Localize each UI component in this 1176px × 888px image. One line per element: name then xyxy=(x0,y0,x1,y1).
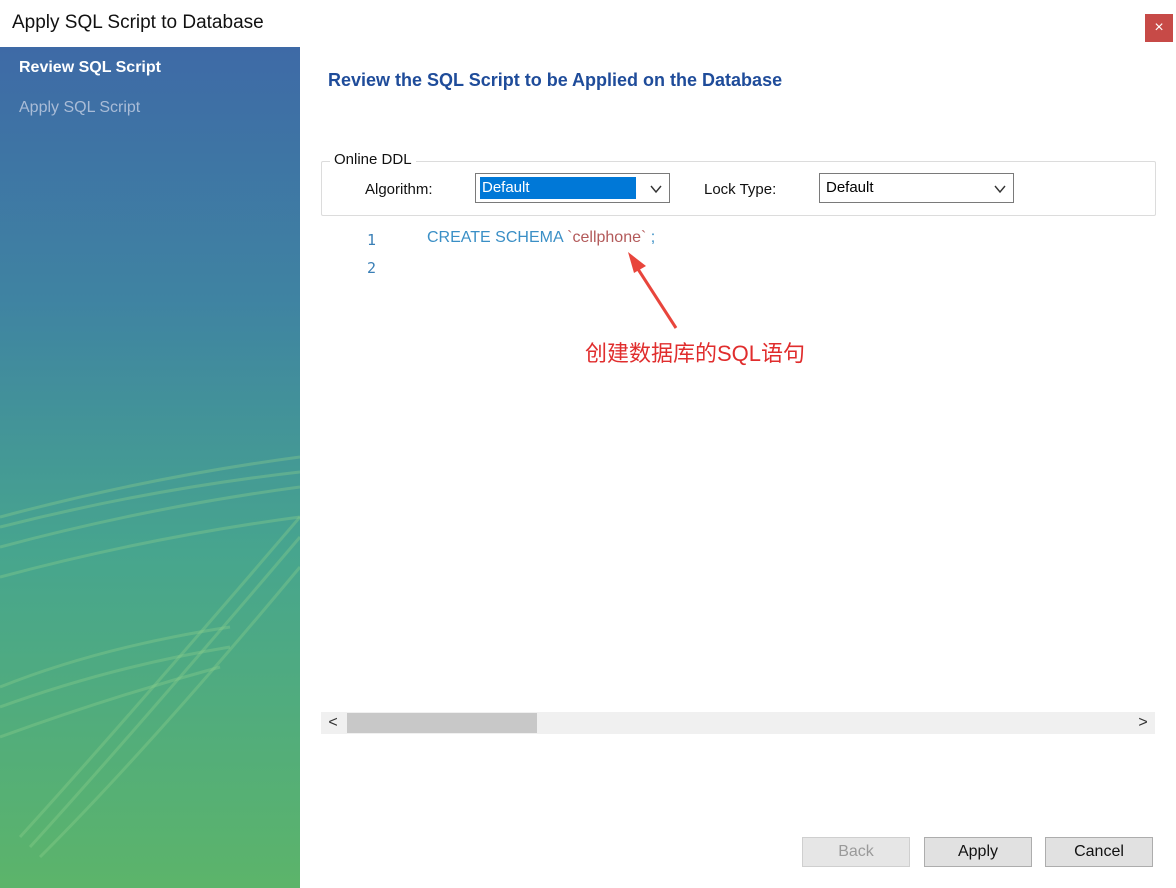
step-apply-sql-script: Apply SQL Script xyxy=(19,99,141,116)
line-number: 1 xyxy=(366,231,376,249)
apply-sql-dialog: Apply SQL Script to Database × Review SQ… xyxy=(0,0,1176,888)
step-review-sql-script: Review SQL Script xyxy=(19,59,161,76)
chevron-down-icon xyxy=(650,185,662,194)
sql-keyword: CREATE SCHEMA xyxy=(427,229,568,246)
online-ddl-title: Online DDL xyxy=(330,151,416,168)
close-button[interactable]: × xyxy=(1145,14,1173,42)
cancel-button[interactable]: Cancel xyxy=(1045,837,1153,867)
window-title: Apply SQL Script to Database xyxy=(12,12,264,33)
title-bar: Apply SQL Script to Database × xyxy=(0,0,1176,47)
scroll-left-arrow[interactable]: < xyxy=(321,712,345,734)
apply-button[interactable]: Apply xyxy=(924,837,1032,867)
annotation-text: 创建数据库的SQL语句 xyxy=(585,341,806,366)
scroll-right-arrow[interactable]: > xyxy=(1131,712,1155,734)
back-button[interactable]: Back xyxy=(802,837,910,867)
lock-type-label: Lock Type: xyxy=(704,181,777,198)
sidebar-decoration xyxy=(0,455,300,859)
algorithm-label: Algorithm: xyxy=(365,181,433,198)
chevron-down-icon xyxy=(994,185,1006,194)
scroll-thumb[interactable] xyxy=(347,713,537,733)
annotation-arrow-icon xyxy=(628,252,678,329)
algorithm-selected-value: Default xyxy=(480,177,636,199)
lock-type-select[interactable]: Default xyxy=(819,173,1014,203)
page-heading: Review the SQL Script to be Applied on t… xyxy=(328,70,783,90)
line-number: 2 xyxy=(366,259,376,277)
wizard-sidebar: Review SQL Script Apply SQL Script xyxy=(0,47,300,888)
sql-script-editor[interactable] xyxy=(321,225,1155,710)
lock-type-selected-value: Default xyxy=(826,179,874,196)
horizontal-scrollbar[interactable]: < > xyxy=(321,712,1155,734)
algorithm-select[interactable]: Default xyxy=(475,173,670,203)
